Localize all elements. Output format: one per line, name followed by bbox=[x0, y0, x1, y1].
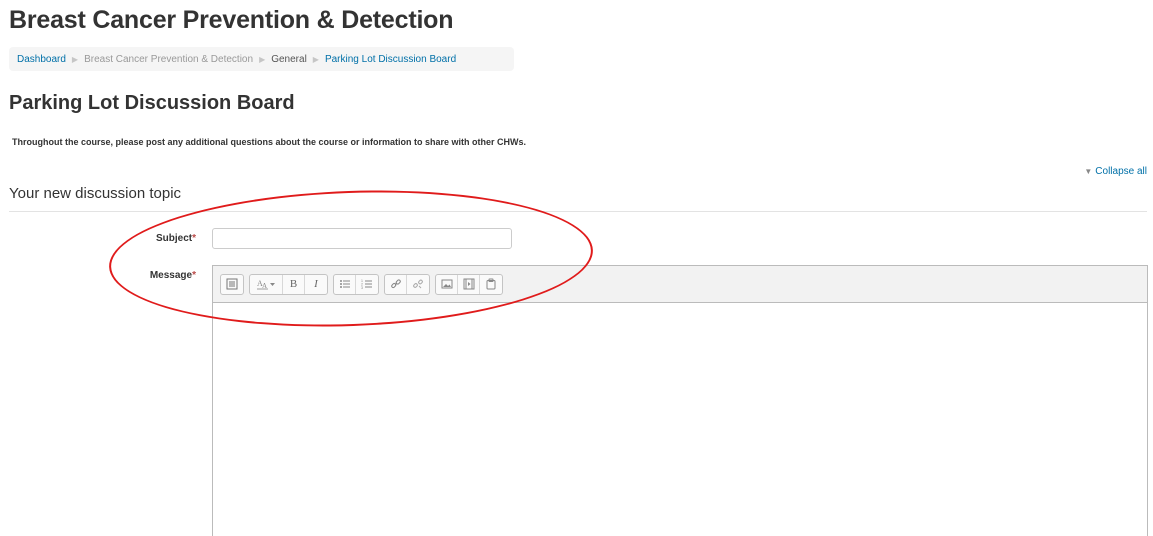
page-title: Parking Lot Discussion Board bbox=[9, 92, 295, 114]
required-marker: * bbox=[192, 233, 196, 244]
media-icon[interactable] bbox=[458, 274, 480, 294]
breadcrumb-course[interactable]: Breast Cancer Prevention & Detection bbox=[84, 54, 253, 65]
required-marker: * bbox=[192, 270, 196, 281]
breadcrumb-separator-icon: ▶ bbox=[71, 54, 79, 64]
course-title: Breast Cancer Prevention & Detection bbox=[9, 6, 454, 34]
message-label: Message* bbox=[76, 270, 196, 281]
section-divider bbox=[9, 211, 1147, 212]
font-style-icon[interactable]: AA bbox=[250, 274, 283, 294]
breadcrumb-forum[interactable]: Parking Lot Discussion Board bbox=[325, 54, 456, 65]
message-textarea[interactable] bbox=[213, 303, 1147, 536]
toolbar-group: 123 bbox=[333, 273, 379, 295]
forum-intro: Throughout the course, please post any a… bbox=[12, 137, 527, 147]
breadcrumb-separator-icon: ▶ bbox=[259, 54, 266, 64]
message-label-text: Message bbox=[149, 270, 193, 281]
breadcrumb-section[interactable]: General bbox=[271, 54, 307, 65]
image-icon[interactable] bbox=[436, 274, 458, 294]
collapse-all-label: Collapse all bbox=[1095, 166, 1147, 177]
editor-toolbar: AA B I 123 bbox=[213, 266, 1147, 303]
toolbar-group bbox=[220, 273, 244, 295]
link-icon[interactable] bbox=[385, 274, 407, 294]
toolbar-group bbox=[435, 273, 503, 295]
unordered-list-icon[interactable] bbox=[334, 274, 356, 294]
unlink-icon[interactable] bbox=[407, 275, 429, 294]
subject-label: Subject* bbox=[76, 233, 196, 244]
manage-files-icon[interactable] bbox=[480, 275, 502, 294]
svg-text:3: 3 bbox=[361, 286, 363, 290]
breadcrumb: Dashboard ▶ Breast Cancer Prevention & D… bbox=[9, 47, 514, 71]
section-title[interactable]: Your new discussion topic bbox=[9, 185, 181, 202]
breadcrumb-separator-icon: ▶ bbox=[312, 54, 319, 64]
breadcrumb-dashboard[interactable]: Dashboard bbox=[17, 54, 66, 65]
collapse-all-link[interactable]: ▼ Collapse all bbox=[1084, 166, 1147, 177]
toolbar-group: AA B I bbox=[249, 273, 328, 295]
italic-icon[interactable]: I bbox=[305, 275, 327, 294]
bold-icon[interactable]: B bbox=[283, 274, 305, 294]
subject-input[interactable] bbox=[212, 228, 512, 249]
message-editor: AA B I 123 bbox=[212, 265, 1148, 536]
toolbar-group bbox=[384, 273, 430, 295]
toolbar-toggle-icon[interactable] bbox=[221, 275, 243, 294]
triangle-down-icon: ▼ bbox=[1084, 167, 1093, 176]
subject-label-text: Subject bbox=[155, 233, 193, 244]
ordered-list-icon[interactable]: 123 bbox=[356, 275, 378, 294]
